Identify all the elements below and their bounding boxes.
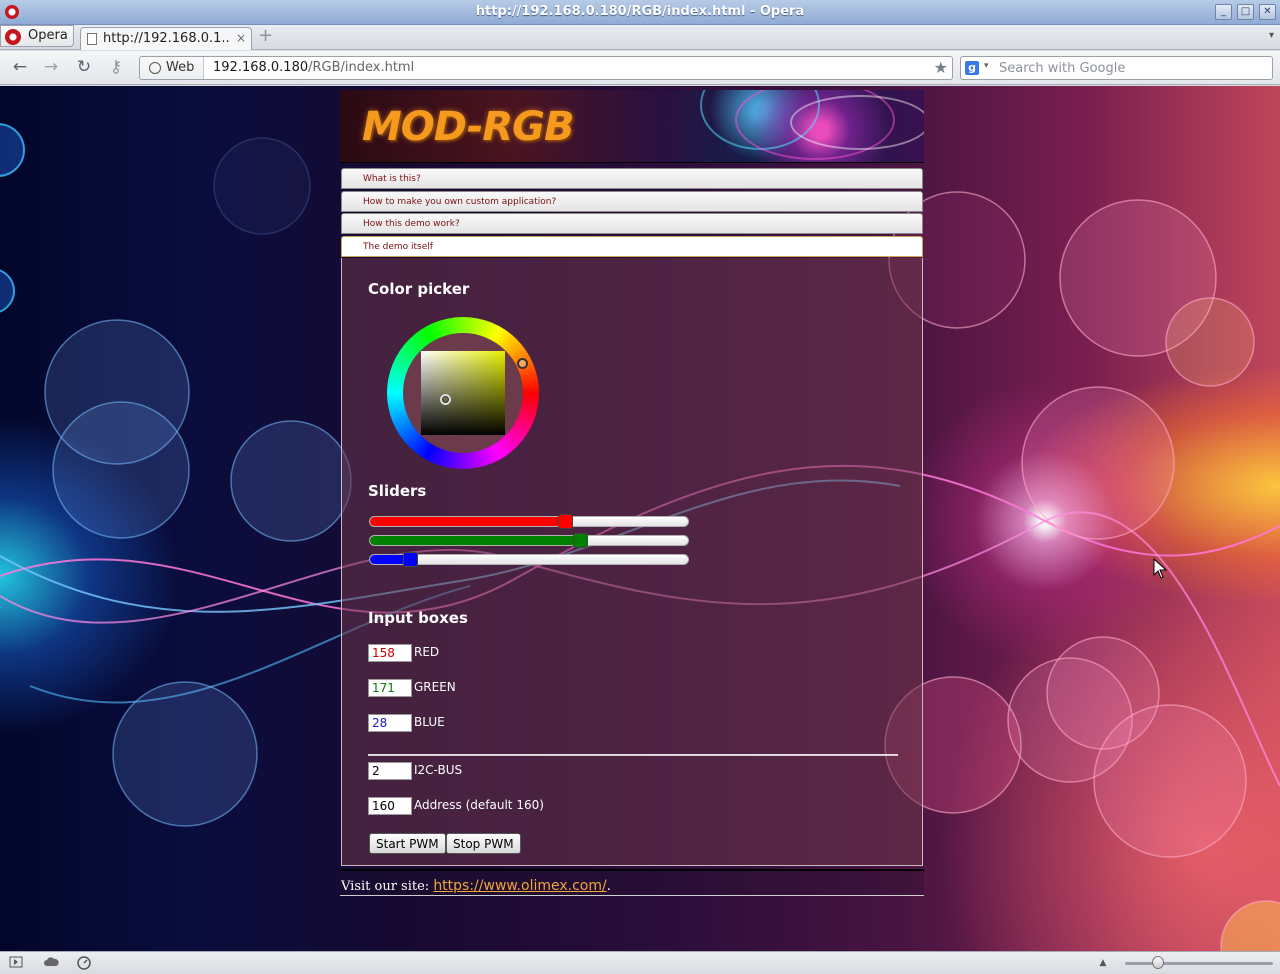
mod-rgb-logo: MOD-RGB: [362, 104, 574, 150]
i2c-bus-label: I2C-BUS: [414, 763, 463, 777]
sliders-heading: Sliders: [368, 482, 427, 500]
zoom-slider-thumb[interactable]: [1152, 956, 1164, 969]
banner-streak: [790, 95, 924, 150]
green-input[interactable]: [368, 679, 412, 697]
mouse-cursor-icon: [1153, 558, 1168, 579]
opera-menu-button[interactable]: Opera: [0, 25, 74, 47]
blue-input[interactable]: [368, 714, 412, 732]
tab-close-icon[interactable]: ×: [236, 31, 246, 45]
address-label: Address (default 160): [414, 798, 544, 812]
color-picker-wheel[interactable]: [387, 317, 539, 469]
footer-suffix: .: [606, 879, 611, 894]
i2c-bus-input[interactable]: [368, 762, 412, 780]
globe-icon: [149, 62, 161, 74]
divider: [368, 754, 898, 756]
web-badge[interactable]: Web: [140, 57, 204, 79]
green-input-label: GREEN: [414, 680, 456, 694]
navigation-toolbar: ← → ↻ ⚷ Web 192.168.0.180/RGB/index.html…: [0, 51, 1280, 85]
back-button[interactable]: ←: [9, 57, 31, 79]
accordion-what-is-this[interactable]: What is this?: [341, 168, 923, 189]
url-path: /RGB/index.html: [308, 60, 415, 75]
green-slider[interactable]: [369, 533, 689, 548]
blue-input-label: BLUE: [414, 715, 445, 729]
tab-current[interactable]: http://192.168.0.1... ×: [80, 27, 252, 50]
accordion-label: How this demo work?: [363, 219, 460, 229]
blue-slider-thumb[interactable]: [403, 552, 418, 567]
mod-rgb-banner: MOD-RGB: [340, 90, 924, 163]
close-window-button[interactable]: ✕: [1259, 4, 1276, 20]
window-title: http://192.168.0.180/RGB/index.html - Op…: [475, 4, 805, 19]
green-slider-thumb[interactable]: [573, 533, 588, 548]
red-slider-fill: [370, 517, 565, 526]
accordion-label: What is this?: [363, 174, 421, 184]
opera-icon: [5, 29, 21, 45]
blue-slider[interactable]: [369, 552, 689, 567]
stop-pwm-button[interactable]: Stop PWM: [446, 833, 521, 854]
footer-prefix: Visit our site:: [341, 879, 434, 894]
tab-title: http://192.168.0.1...: [103, 31, 231, 46]
hue-marker[interactable]: [517, 358, 528, 369]
address-input[interactable]: [368, 797, 412, 815]
panel-toggle-icon[interactable]: [9, 956, 23, 970]
red-slider-thumb[interactable]: [558, 514, 573, 529]
google-icon[interactable]: g: [965, 61, 979, 75]
search-box[interactable]: g ▾: [960, 56, 1273, 80]
demo-panel: Color picker Sliders Input boxes 158 RED…: [341, 258, 923, 866]
page-icon: [87, 33, 97, 45]
bookmark-star-icon[interactable]: ★: [934, 58, 948, 77]
saturation-value-square[interactable]: [421, 351, 505, 435]
start-pwm-button[interactable]: Start PWM: [369, 833, 446, 854]
window-titlebar: http://192.168.0.180/RGB/index.html - Op…: [0, 0, 1280, 25]
address-bar[interactable]: Web 192.168.0.180/RGB/index.html ★: [139, 56, 953, 80]
saturation-marker[interactable]: [440, 394, 451, 405]
opera-menu-label: Opera: [28, 28, 68, 43]
page-footer: Visit our site: https://www.olimex.com/.: [340, 869, 924, 896]
search-input[interactable]: [999, 59, 1267, 77]
wand-key-icon[interactable]: ⚷: [105, 57, 127, 79]
color-picker-heading: Color picker: [368, 280, 470, 298]
web-badge-label: Web: [166, 60, 195, 75]
status-bar: ▲: [0, 951, 1280, 974]
speed-dial-icon[interactable]: [77, 956, 91, 970]
red-input[interactable]: [368, 644, 412, 662]
minimize-button[interactable]: _: [1215, 4, 1232, 20]
cloud-icon[interactable]: [43, 956, 59, 970]
address-url[interactable]: 192.168.0.180/RGB/index.html: [213, 60, 414, 75]
footer-text: Visit our site: https://www.olimex.com/.: [341, 878, 611, 894]
accordion-custom-application[interactable]: How to make you own custom application?: [341, 191, 923, 212]
accordion-label: How to make you own custom application?: [363, 197, 557, 207]
search-engine-chevron-icon[interactable]: ▾: [984, 61, 989, 71]
olimex-link[interactable]: https://www.olimex.com/: [433, 878, 606, 894]
tab-bar: Opera http://192.168.0.1... × + ▾: [0, 25, 1280, 50]
tab-menu-chevron-icon[interactable]: ▾: [1269, 30, 1274, 41]
accordion-label: The demo itself: [363, 242, 433, 252]
accordion-demo-itself[interactable]: The demo itself: [341, 236, 923, 257]
red-slider[interactable]: [369, 514, 689, 529]
web-viewport: MOD-RGB What is this? How to make you ow…: [0, 86, 1280, 951]
zoom-slider-track[interactable]: [1125, 962, 1273, 965]
input-boxes-heading: Input boxes: [368, 609, 468, 627]
reload-button[interactable]: ↻: [73, 57, 95, 79]
accordion-how-demo-works[interactable]: How this demo work?: [341, 213, 923, 234]
green-slider-fill: [370, 536, 580, 545]
new-tab-button[interactable]: +: [258, 27, 274, 45]
zoom-menu-icon[interactable]: ▲: [1096, 956, 1110, 970]
forward-button[interactable]: →: [40, 57, 62, 79]
maximize-button[interactable]: □: [1237, 4, 1254, 20]
red-input-label: RED: [414, 645, 440, 659]
url-host: 192.168.0.180: [213, 60, 309, 75]
